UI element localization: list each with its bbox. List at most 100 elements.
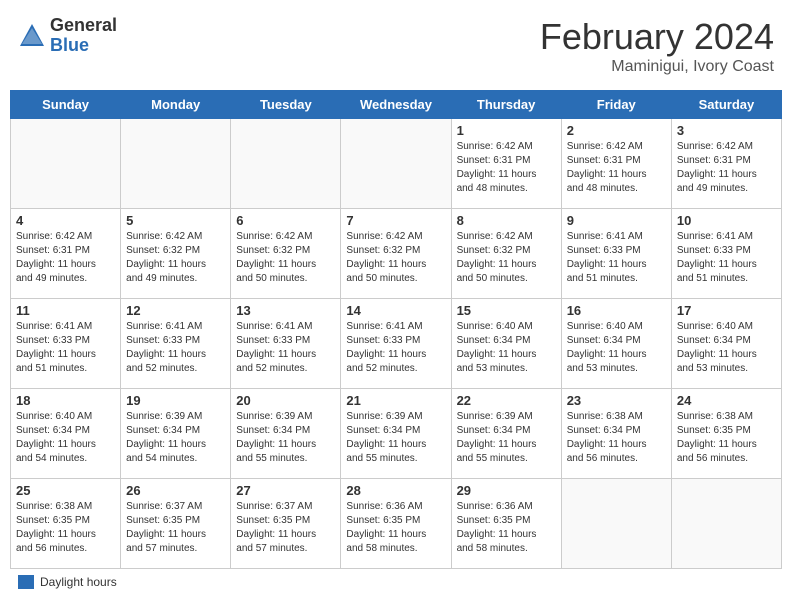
day-number: 2	[567, 123, 666, 138]
calendar-cell: 5Sunrise: 6:42 AM Sunset: 6:32 PM Daylig…	[121, 209, 231, 299]
day-number: 27	[236, 483, 335, 498]
calendar-cell: 13 Sunrise: 6:41 AM Sunset: 6:33 PM Dayli…	[231, 299, 341, 389]
calendar-cell: 24Sunrise: 6:38 AM Sunset: 6:35 PM Dayli…	[671, 389, 781, 479]
column-header-monday: Monday	[121, 91, 231, 119]
day-number: 18	[16, 393, 115, 408]
calendar-title: February 2024	[540, 16, 774, 58]
calendar-week-row: 4 Sunrise: 6:42 AM Sunset: 6:31 PM Daylig…	[11, 209, 782, 299]
calendar-cell	[341, 119, 451, 209]
day-number: 4	[16, 213, 115, 228]
day-info: Sunrise: 6:39 AM Sunset: 6:34 PM Dayligh…	[236, 410, 335, 466]
day-info: Sunrise: 6:41 AM Sunset: 6:33 PM Dayligh…	[16, 320, 115, 376]
day-info: Sunrise: 6:40 AM Sunset: 6:34 PM Dayligh…	[567, 320, 666, 376]
calendar-cell: 22Sunrise: 6:39 AM Sunset: 6:34 PM Dayli…	[451, 389, 561, 479]
calendar-cell: 12 Sunrise: 6:41 AM Sunset: 6:33 PM Dayli…	[121, 299, 231, 389]
day-number: 15	[457, 303, 556, 318]
day-info: Sunrise: 6:39 AM Sunset: 6:34 PM Dayligh…	[346, 410, 445, 466]
calendar-cell	[231, 119, 341, 209]
day-number: 9	[567, 213, 666, 228]
day-info: Sunrise: 6:37 AM Sunset: 6:35 PM Dayligh…	[126, 500, 225, 556]
day-info: Sunrise: 6:36 AM Sunset: 6:35 PM Dayligh…	[346, 500, 445, 556]
day-info: Sunrise: 6:37 AM Sunset: 6:35 PM Dayligh…	[236, 500, 335, 556]
calendar-cell: 9 Sunrise: 6:41 AM Sunset: 6:33 PM Daylig…	[561, 209, 671, 299]
day-info: Sunrise: 6:39 AM Sunset: 6:34 PM Dayligh…	[457, 410, 556, 466]
day-info: Sunrise: 6:41 AM Sunset: 6:33 PM Dayligh…	[677, 230, 776, 286]
day-info: Sunrise: 6:42 AM Sunset: 6:31 PM Dayligh…	[677, 140, 776, 196]
title-area: February 2024 Maminigui, Ivory Coast	[540, 16, 774, 76]
day-info: Sunrise: 6:42 AM Sunset: 6:31 PM Dayligh…	[16, 230, 115, 286]
calendar-header-row: SundayMondayTuesdayWednesdayThursdayFrid…	[11, 91, 782, 119]
calendar-cell: 7Sunrise: 6:42 AM Sunset: 6:32 PM Daylig…	[341, 209, 451, 299]
calendar-cell	[561, 479, 671, 569]
calendar-cell: 4 Sunrise: 6:42 AM Sunset: 6:31 PM Daylig…	[11, 209, 121, 299]
day-number: 16	[567, 303, 666, 318]
day-number: 3	[677, 123, 776, 138]
day-number: 14	[346, 303, 445, 318]
logo-icon	[18, 22, 46, 50]
day-number: 17	[677, 303, 776, 318]
calendar-week-row: 25Sunrise: 6:38 AM Sunset: 6:35 PM Dayli…	[11, 479, 782, 569]
calendar-cell: 15 Sunrise: 6:40 AM Sunset: 6:34 PM Dayli…	[451, 299, 561, 389]
day-number: 20	[236, 393, 335, 408]
calendar-subtitle: Maminigui, Ivory Coast	[540, 58, 774, 76]
day-info: Sunrise: 6:39 AM Sunset: 6:34 PM Dayligh…	[126, 410, 225, 466]
calendar-cell: 26 Sunrise: 6:37 AM Sunset: 6:35 PM Dayli…	[121, 479, 231, 569]
day-info: Sunrise: 6:41 AM Sunset: 6:33 PM Dayligh…	[236, 320, 335, 376]
day-number: 12	[126, 303, 225, 318]
day-info: Sunrise: 6:40 AM Sunset: 6:34 PM Dayligh…	[16, 410, 115, 466]
calendar-cell	[11, 119, 121, 209]
calendar-cell: 2 Sunrise: 6:42 AM Sunset: 6:31 PM Daylig…	[561, 119, 671, 209]
day-info: Sunrise: 6:41 AM Sunset: 6:33 PM Dayligh…	[346, 320, 445, 376]
day-info: Sunrise: 6:41 AM Sunset: 6:33 PM Dayligh…	[126, 320, 225, 376]
calendar-cell: 23Sunrise: 6:38 AM Sunset: 6:34 PM Dayli…	[561, 389, 671, 479]
calendar-cell: 8 Sunrise: 6:42 AM Sunset: 6:32 PM Daylig…	[451, 209, 561, 299]
calendar-cell: 27 Sunrise: 6:37 AM Sunset: 6:35 PM Dayli…	[231, 479, 341, 569]
column-header-saturday: Saturday	[671, 91, 781, 119]
column-header-tuesday: Tuesday	[231, 91, 341, 119]
legend-text: Daylight hours	[40, 575, 117, 589]
daylight-indicator	[18, 575, 34, 589]
day-info: Sunrise: 6:42 AM Sunset: 6:32 PM Dayligh…	[457, 230, 556, 286]
calendar-cell: 20 Sunrise: 6:39 AM Sunset: 6:34 PM Dayli…	[231, 389, 341, 479]
day-number: 13	[236, 303, 335, 318]
logo-blue-text: Blue	[50, 36, 117, 56]
calendar-cell	[121, 119, 231, 209]
column-header-wednesday: Wednesday	[341, 91, 451, 119]
calendar-cell: 10Sunrise: 6:41 AM Sunset: 6:33 PM Dayli…	[671, 209, 781, 299]
day-info: Sunrise: 6:38 AM Sunset: 6:35 PM Dayligh…	[16, 500, 115, 556]
calendar-cell: 17 Sunrise: 6:40 AM Sunset: 6:34 PM Dayli…	[671, 299, 781, 389]
calendar-cell: 29Sunrise: 6:36 AM Sunset: 6:35 PM Dayli…	[451, 479, 561, 569]
day-number: 7	[346, 213, 445, 228]
day-info: Sunrise: 6:42 AM Sunset: 6:31 PM Dayligh…	[457, 140, 556, 196]
day-number: 5	[126, 213, 225, 228]
day-number: 28	[346, 483, 445, 498]
day-info: Sunrise: 6:41 AM Sunset: 6:33 PM Dayligh…	[567, 230, 666, 286]
day-number: 24	[677, 393, 776, 408]
calendar-week-row: 11 Sunrise: 6:41 AM Sunset: 6:33 PM Dayli…	[11, 299, 782, 389]
calendar-cell: 28 Sunrise: 6:36 AM Sunset: 6:35 PM Dayli…	[341, 479, 451, 569]
day-info: Sunrise: 6:40 AM Sunset: 6:34 PM Dayligh…	[677, 320, 776, 376]
day-number: 19	[126, 393, 225, 408]
calendar-cell	[671, 479, 781, 569]
calendar-week-row: 1 Sunrise: 6:42 AM Sunset: 6:31 PM Daylig…	[11, 119, 782, 209]
column-header-sunday: Sunday	[11, 91, 121, 119]
column-header-friday: Friday	[561, 91, 671, 119]
logo-general-text: General	[50, 16, 117, 36]
day-info: Sunrise: 6:42 AM Sunset: 6:31 PM Dayligh…	[567, 140, 666, 196]
day-number: 11	[16, 303, 115, 318]
calendar-cell: 18 Sunrise: 6:40 AM Sunset: 6:34 PM Dayli…	[11, 389, 121, 479]
calendar-cell: 3 Sunrise: 6:42 AM Sunset: 6:31 PM Daylig…	[671, 119, 781, 209]
header: General Blue February 2024 Maminigui, Iv…	[10, 10, 782, 82]
calendar-cell: 14 Sunrise: 6:41 AM Sunset: 6:33 PM Dayli…	[341, 299, 451, 389]
day-info: Sunrise: 6:40 AM Sunset: 6:34 PM Dayligh…	[457, 320, 556, 376]
day-number: 1	[457, 123, 556, 138]
calendar-cell: 11 Sunrise: 6:41 AM Sunset: 6:33 PM Dayli…	[11, 299, 121, 389]
calendar-table: SundayMondayTuesdayWednesdayThursdayFrid…	[10, 90, 782, 569]
column-header-thursday: Thursday	[451, 91, 561, 119]
day-number: 8	[457, 213, 556, 228]
day-number: 26	[126, 483, 225, 498]
calendar-cell: 21Sunrise: 6:39 AM Sunset: 6:34 PM Dayli…	[341, 389, 451, 479]
calendar-cell: 25Sunrise: 6:38 AM Sunset: 6:35 PM Dayli…	[11, 479, 121, 569]
calendar-cell: 6Sunrise: 6:42 AM Sunset: 6:32 PM Daylig…	[231, 209, 341, 299]
day-info: Sunrise: 6:38 AM Sunset: 6:34 PM Dayligh…	[567, 410, 666, 466]
